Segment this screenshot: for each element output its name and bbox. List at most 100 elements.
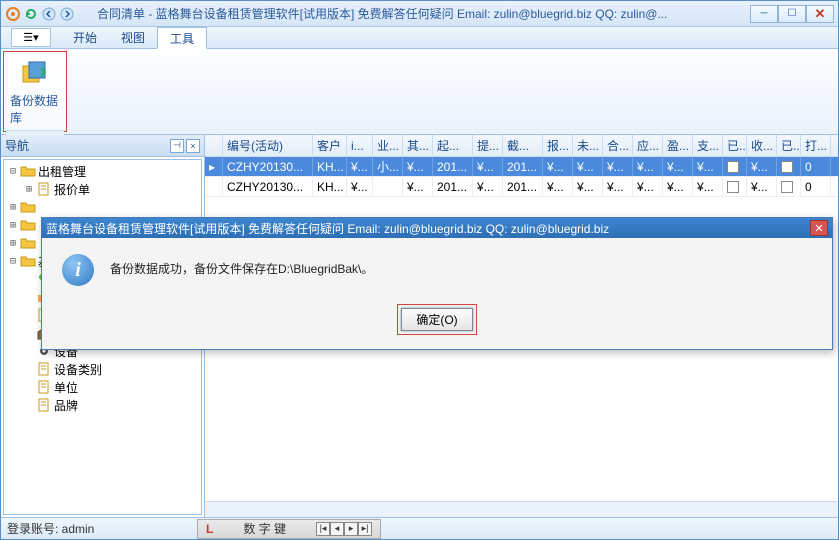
tab-tool[interactable]: 工具 (157, 27, 207, 49)
table-row[interactable]: CZHY20130...KH...¥...¥...201...¥...201..… (205, 177, 838, 197)
grid-hscroll[interactable] (205, 501, 838, 517)
maximize-button[interactable]: ☐ (778, 5, 806, 23)
table-cell (777, 177, 801, 196)
node-label: 单位 (54, 379, 78, 396)
nav-fwd-icon[interactable] (59, 6, 75, 22)
nav-header: 导航 ⊣ × (1, 135, 204, 157)
table-cell: ¥... (693, 177, 723, 196)
tree-node[interactable]: ⊞ (6, 198, 199, 216)
col-header[interactable]: 客户 (313, 135, 347, 156)
backup-db-button[interactable]: 备份数据库 (6, 56, 64, 130)
col-header[interactable]: i... (347, 135, 373, 156)
statusbar: 登录账号: admin L 数 字 键 |◂ ◂ ▸ ▸| (1, 517, 838, 539)
ok-button[interactable]: 确定(O) (401, 308, 472, 331)
node-icon (20, 200, 36, 214)
database-icon (21, 60, 49, 86)
status-login: 登录账号: admin (7, 520, 197, 537)
tree-node[interactable]: ⊟ 出租管理 (6, 162, 199, 180)
table-cell: 0 (801, 177, 831, 196)
tree-node[interactable]: 单位 (6, 378, 199, 396)
table-cell: CZHY20130... (223, 157, 313, 176)
col-header[interactable]: 未... (573, 135, 603, 156)
col-header[interactable]: 已... (777, 135, 801, 156)
col-header[interactable]: 打... (801, 135, 831, 156)
close-button[interactable]: ✕ (806, 5, 834, 23)
table-cell (373, 177, 403, 196)
col-header[interactable] (205, 135, 223, 156)
expand-toggle[interactable]: ⊟ (6, 256, 20, 267)
table-cell: ¥... (747, 177, 777, 196)
node-icon (20, 218, 36, 232)
col-header[interactable]: 提... (473, 135, 503, 156)
node-label: 报价单 (54, 181, 90, 198)
checkbox[interactable] (727, 161, 739, 173)
col-header[interactable]: 合... (603, 135, 633, 156)
col-header[interactable]: 应... (633, 135, 663, 156)
node-icon (36, 182, 52, 196)
table-cell: ¥... (347, 177, 373, 196)
table-cell: ¥... (573, 177, 603, 196)
table-cell: 小... (373, 157, 403, 176)
menu-dropdown[interactable]: ☰▾ (11, 28, 51, 47)
window-title: 合同清单 - 蓝格舞台设备租赁管理软件[试用版本] 免费解答任何疑问 Email… (77, 5, 750, 22)
node-icon (20, 236, 36, 250)
pin-button[interactable]: ⊣ (170, 139, 184, 153)
col-header[interactable]: 其... (403, 135, 433, 156)
table-cell: ¥... (603, 157, 633, 176)
prev-button[interactable]: ◂ (330, 522, 344, 536)
checkbox[interactable] (727, 181, 739, 193)
checkbox[interactable] (781, 161, 793, 173)
nav-close-button[interactable]: × (186, 139, 200, 153)
nav-title: 导航 (5, 137, 29, 154)
table-cell: 201... (433, 177, 473, 196)
expand-toggle[interactable]: ⊞ (22, 184, 36, 195)
expand-toggle[interactable]: ⊞ (6, 202, 20, 213)
expand-toggle[interactable]: ⊞ (6, 238, 20, 249)
ribbon-group-tools: 备份数据库 工具 (3, 51, 67, 132)
col-header[interactable]: 盈... (663, 135, 693, 156)
col-header[interactable]: 支... (693, 135, 723, 156)
tree-node[interactable]: 设备类别 (6, 360, 199, 378)
table-cell (723, 177, 747, 196)
nav-back-icon[interactable] (41, 6, 57, 22)
node-icon (36, 398, 52, 412)
table-cell (777, 157, 801, 176)
table-cell: 201... (503, 177, 543, 196)
table-cell: ¥... (603, 177, 633, 196)
grid-header: 编号(活动)客户i...业...其...起...提...截...报...未...… (205, 135, 838, 157)
node-icon (20, 254, 36, 268)
table-cell: 201... (433, 157, 473, 176)
ok-button-highlight: 确定(O) (397, 304, 476, 335)
col-header[interactable]: 截... (503, 135, 543, 156)
expand-toggle[interactable]: ⊞ (6, 220, 20, 231)
node-label: 出租管理 (38, 163, 86, 180)
numpad-label: 数 字 键 (243, 520, 286, 537)
table-cell: ¥... (693, 157, 723, 176)
col-header[interactable]: 起... (433, 135, 473, 156)
refresh-icon[interactable] (23, 6, 39, 22)
col-header[interactable]: 已... (723, 135, 747, 156)
col-header[interactable]: 业... (373, 135, 403, 156)
tree-node[interactable]: ⊞ 报价单 (6, 180, 199, 198)
table-row[interactable]: ▸CZHY20130...KH...¥...小...¥...201...¥...… (205, 157, 838, 177)
tree-node[interactable]: 品牌 (6, 396, 199, 414)
table-cell: ¥... (473, 177, 503, 196)
checkbox[interactable] (781, 181, 793, 193)
next-button[interactable]: ▸ (344, 522, 358, 536)
expand-toggle[interactable]: ⊟ (6, 166, 20, 177)
col-header[interactable]: 收... (747, 135, 777, 156)
table-cell: ▸ (205, 157, 223, 176)
numpad-icon: L (206, 522, 213, 536)
table-cell: CZHY20130... (223, 177, 313, 196)
col-header[interactable]: 编号(活动) (223, 135, 313, 156)
minimize-button[interactable]: ─ (750, 5, 778, 23)
dialog-close-button[interactable]: ✕ (810, 220, 828, 236)
last-button[interactable]: ▸| (358, 522, 372, 536)
tab-view[interactable]: 视图 (109, 27, 157, 48)
col-header[interactable]: 报... (543, 135, 573, 156)
first-button[interactable]: |◂ (316, 522, 330, 536)
dialog-title: 蓝格舞台设备租赁管理软件[试用版本] 免费解答任何疑问 Email: zulin… (46, 220, 810, 237)
table-cell: ¥... (663, 157, 693, 176)
table-cell: ¥... (663, 177, 693, 196)
tab-start[interactable]: 开始 (61, 27, 109, 48)
